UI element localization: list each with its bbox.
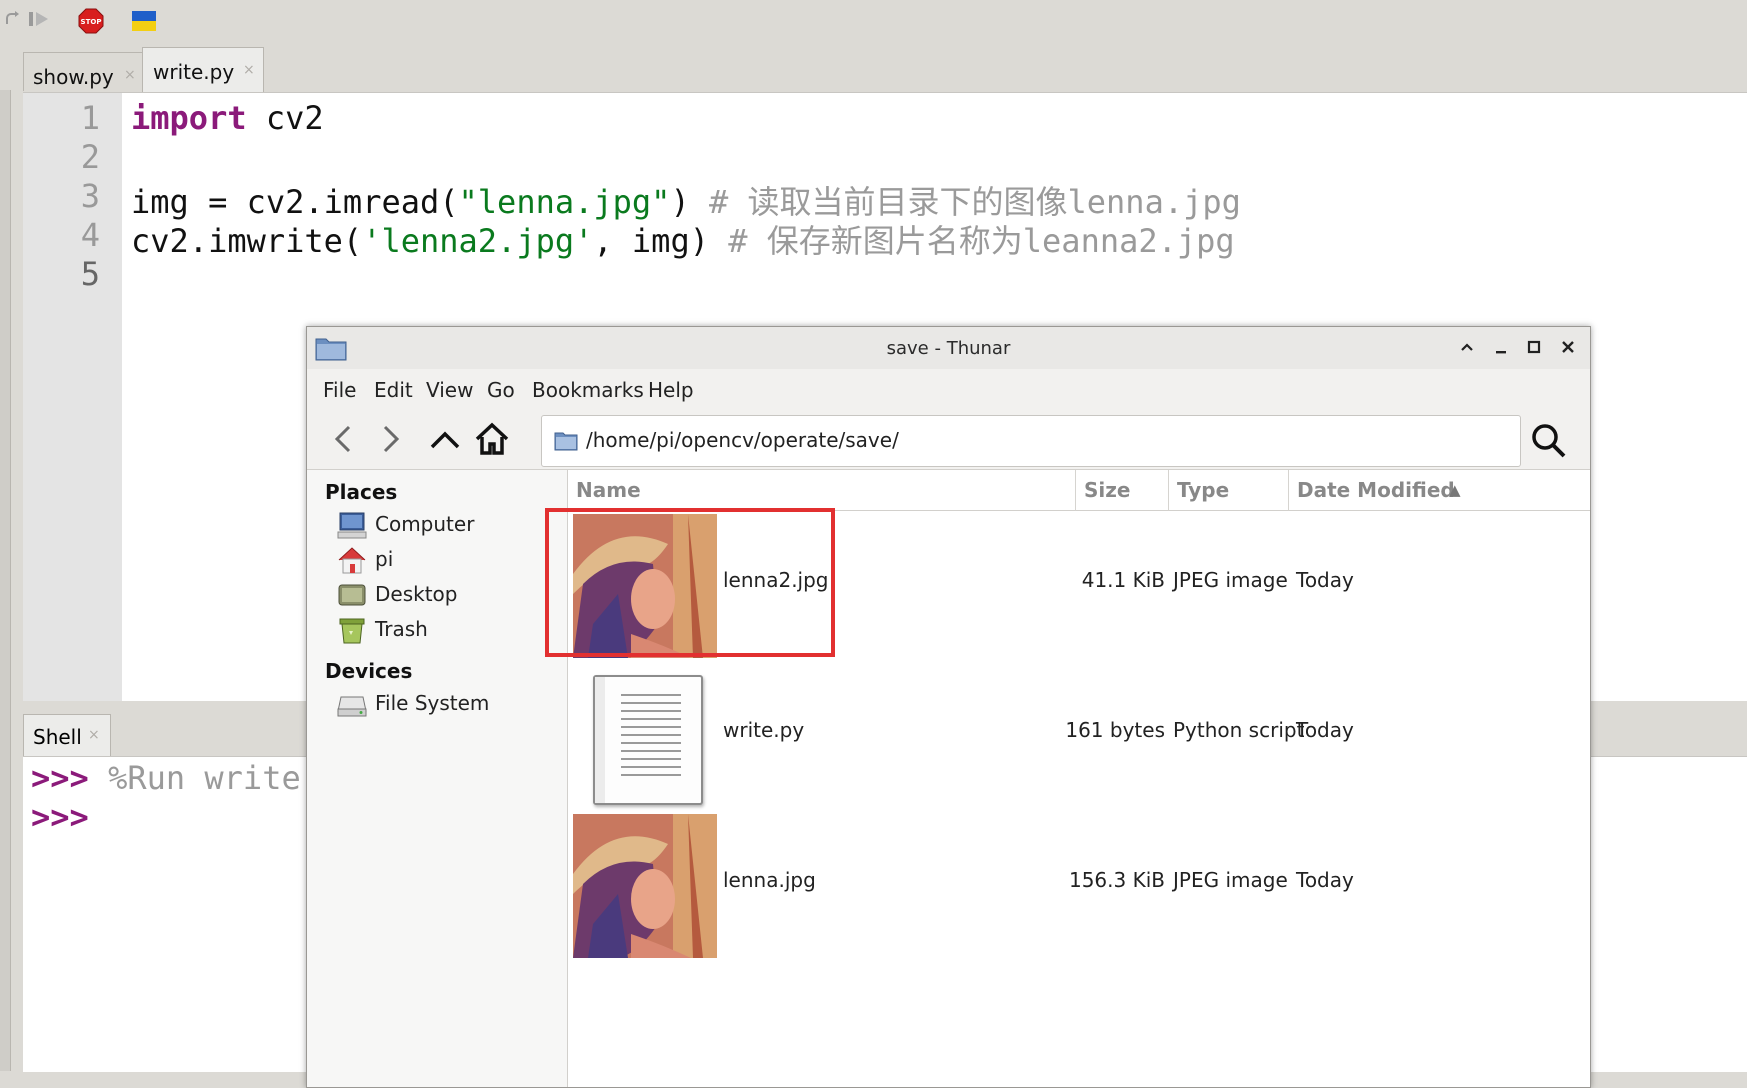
- file-type: JPEG image: [1173, 568, 1288, 592]
- code-text: cv2: [246, 99, 324, 137]
- file-name: write.py: [723, 718, 805, 742]
- highlight-box: [545, 508, 835, 657]
- menu-edit[interactable]: Edit: [374, 378, 413, 402]
- close-button[interactable]: [1555, 335, 1581, 361]
- column-header-type[interactable]: Type: [1169, 470, 1289, 511]
- code-line-4[interactable]: cv2.imwrite('lenna2.jpg', img) # 保存新图片名称…: [131, 216, 1235, 262]
- shell-prompt: >>>: [31, 759, 89, 797]
- devices-heading: Devices: [325, 659, 413, 683]
- column-label: Name: [576, 478, 641, 502]
- tab-write-py[interactable]: write.py ×: [142, 47, 264, 93]
- file-size: 41.1 KiB: [1081, 568, 1165, 592]
- places-heading: Places: [325, 480, 398, 504]
- menu-help[interactable]: Help: [648, 378, 694, 402]
- line-number: 2: [80, 138, 100, 176]
- column-header-size[interactable]: Size: [1076, 470, 1169, 511]
- file-date: Today: [1296, 718, 1354, 742]
- minimize-icon: [1496, 351, 1506, 354]
- menu-view[interactable]: View: [426, 378, 473, 402]
- shell-prompt: >>>: [31, 798, 89, 836]
- text-file-thumbnail: [593, 675, 703, 805]
- redo-icon[interactable]: [4, 10, 22, 28]
- column-label: Date Modified: [1297, 478, 1455, 502]
- column-label: Type: [1177, 478, 1230, 502]
- close-icon[interactable]: ×: [88, 727, 100, 743]
- minimize-button[interactable]: [1488, 335, 1514, 361]
- code-text: cv2.imwrite(: [131, 222, 363, 260]
- menu-go[interactable]: Go: [487, 378, 515, 402]
- maximize-button[interactable]: [1521, 335, 1547, 361]
- file-size: 156.3 KiB: [1068, 868, 1165, 892]
- menubar: File Edit View Go Bookmarks Help: [307, 369, 1590, 409]
- back-icon[interactable]: [325, 419, 363, 459]
- column-header-date-modified[interactable]: Date Modified ▲: [1289, 470, 1590, 511]
- tab-label: Shell: [33, 725, 82, 749]
- line-number: 5: [80, 255, 100, 293]
- trash-icon: [339, 618, 365, 644]
- menu-bookmarks[interactable]: Bookmarks: [532, 378, 644, 402]
- computer-icon: [337, 512, 367, 539]
- file-type: JPEG image: [1173, 868, 1288, 892]
- ukraine-flag-icon[interactable]: [132, 9, 156, 33]
- column-header-name[interactable]: Name: [568, 470, 1076, 511]
- search-icon[interactable]: [1529, 421, 1569, 461]
- svg-text:STOP: STOP: [81, 18, 102, 26]
- line-number: 1: [80, 99, 100, 137]
- line-number: 4: [80, 216, 100, 254]
- tab-shell[interactable]: Shell ×: [23, 714, 111, 757]
- document-icon: [595, 677, 681, 803]
- thunar-window: save - Thunar File Edit View Go Bookmark…: [306, 326, 1591, 1088]
- sidebar-item-label: Desktop: [375, 582, 458, 606]
- sidebar-item-label: Trash: [375, 617, 428, 641]
- image-thumbnail: [573, 814, 717, 958]
- window-title: save - Thunar: [886, 338, 1011, 359]
- code-text: , img): [593, 222, 729, 260]
- file-size: 161 bytes: [1065, 718, 1165, 742]
- keyword: import: [131, 99, 247, 137]
- sidebar-item-label: Computer: [375, 512, 475, 536]
- tab-show-py[interactable]: show.py ×: [23, 52, 143, 91]
- chevron-up-icon: [1461, 343, 1473, 351]
- side-pane: Places Computer pi Desktop Trash Devices…: [307, 470, 568, 1087]
- tab-label: show.py: [33, 65, 114, 89]
- location-bar[interactable]: /home/pi/opencv/operate/save/: [541, 415, 1521, 467]
- code-line-1[interactable]: import cv2: [131, 99, 324, 137]
- forward-icon[interactable]: [371, 419, 409, 459]
- comment: # 保存新图片名称为leanna2.jpg: [728, 222, 1235, 260]
- location-path: /home/pi/opencv/operate/save/: [586, 428, 899, 452]
- home-folder-icon: [338, 547, 366, 574]
- home-icon[interactable]: [473, 419, 511, 459]
- menu-file[interactable]: File: [323, 378, 356, 402]
- close-icon[interactable]: ×: [124, 67, 136, 83]
- stop-icon[interactable]: STOP: [78, 8, 104, 34]
- line-number: 3: [80, 177, 100, 215]
- string-literal: 'lenna2.jpg': [362, 222, 594, 260]
- ide-toolbar: STOP: [0, 0, 1747, 44]
- file-date: Today: [1296, 568, 1354, 592]
- sidebar-item-label: File System: [375, 691, 490, 715]
- close-icon[interactable]: ×: [243, 62, 255, 78]
- column-label: Size: [1084, 478, 1131, 502]
- window-titlebar[interactable]: save - Thunar: [307, 327, 1590, 370]
- close-icon: [1562, 341, 1574, 353]
- left-edge-panel: [0, 90, 11, 1071]
- file-name: lenna.jpg: [723, 868, 816, 892]
- shell-line[interactable]: >>>: [31, 798, 89, 836]
- line-number-gutter: 1 2 3 4 5: [23, 93, 122, 701]
- resume-icon[interactable]: [28, 10, 52, 28]
- drive-icon: [337, 696, 367, 717]
- sidebar-item-label: pi: [375, 547, 394, 571]
- folder-icon: [554, 432, 578, 451]
- file-type: Python script: [1173, 718, 1305, 742]
- shade-button[interactable]: [1454, 335, 1480, 361]
- tab-label: write.py: [153, 60, 235, 84]
- parent-folder-icon[interactable]: [426, 419, 464, 459]
- desktop-icon: [338, 584, 366, 606]
- sort-ascending-icon: ▲: [1449, 481, 1461, 499]
- maximize-icon: [1527, 340, 1541, 354]
- file-date: Today: [1296, 868, 1354, 892]
